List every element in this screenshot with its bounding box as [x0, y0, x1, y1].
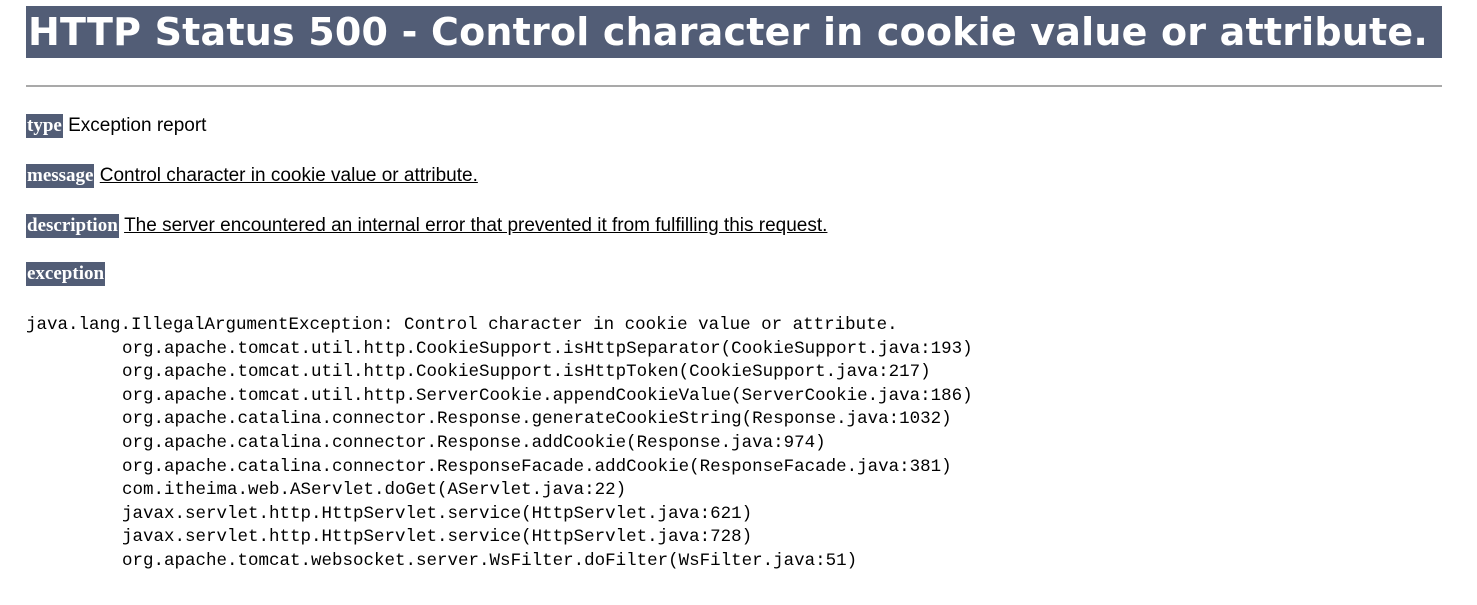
stack-trace-frame: org.apache.tomcat.util.http.CookieSuppor… [122, 338, 973, 359]
type-label: type [26, 114, 63, 138]
stack-trace-frame: org.apache.catalina.connector.Response.g… [122, 409, 952, 430]
stack-trace-frame: org.apache.tomcat.websocket.server.WsFil… [122, 550, 858, 571]
message-label: message [26, 164, 95, 188]
stack-trace-frame: javax.servlet.http.HttpServlet.service(H… [122, 527, 753, 548]
type-value: Exception report [68, 115, 207, 136]
field-message: message Control character in cookie valu… [26, 163, 478, 189]
stack-trace-frame: org.apache.catalina.connector.ResponseFa… [122, 456, 952, 477]
stack-trace-header: java.lang.IllegalArgumentException: Cont… [26, 315, 898, 335]
stack-trace: java.lang.IllegalArgumentException: Cont… [26, 314, 973, 574]
field-type: type Exception report [26, 113, 206, 139]
description-value: The server encountered an internal error… [124, 215, 828, 236]
description-label: description [26, 214, 119, 238]
page-title: HTTP Status 500 - Control character in c… [28, 10, 1429, 54]
field-exception: exception [26, 261, 106, 287]
stack-trace-frame: org.apache.catalina.connector.Response.a… [122, 432, 826, 453]
header-divider [26, 85, 1442, 87]
stack-trace-frame: javax.servlet.http.HttpServlet.service(H… [122, 503, 753, 524]
field-description: description The server encountered an in… [26, 213, 827, 239]
message-value: Control character in cookie value or att… [99, 165, 478, 186]
stack-trace-frame: com.itheima.web.AServlet.doGet(AServlet.… [122, 480, 627, 501]
page-title-bar: HTTP Status 500 - Control character in c… [26, 6, 1442, 58]
stack-trace-frame: org.apache.tomcat.util.http.CookieSuppor… [122, 362, 931, 383]
exception-label: exception [26, 262, 106, 286]
stack-trace-frame: org.apache.tomcat.util.http.ServerCookie… [122, 385, 973, 406]
